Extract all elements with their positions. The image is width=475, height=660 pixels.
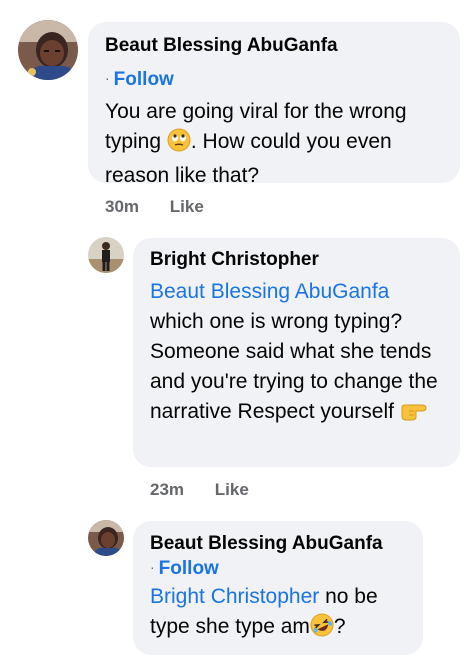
comment-bubble: Bright Christopher Beaut Blessing AbuGan…: [133, 238, 460, 467]
comment-text: You are going viral for the wrong typing…: [105, 97, 444, 191]
follow-line: · Follow: [150, 558, 407, 580]
comment-author[interactable]: Bright Christopher: [150, 248, 444, 272]
separator-dot: ·: [150, 559, 155, 575]
comment-bubble: Beaut Blessing AbuGanfa · Follow Bright C…: [133, 521, 423, 655]
comment-author[interactable]: Beaut Blessing AbuGanfa: [105, 34, 444, 58]
comment-meta: 23m Like: [150, 480, 249, 500]
follow-line: · Follow: [105, 69, 444, 91]
mention-link[interactable]: Bright Christopher: [150, 585, 319, 608]
follow-button[interactable]: Follow: [159, 558, 219, 579]
avatar[interactable]: [88, 520, 124, 556]
separator-dot: ·: [105, 70, 110, 86]
comment-text: Bright Christopher no be type she type a…: [150, 582, 407, 646]
like-button[interactable]: Like: [215, 480, 249, 500]
avatar[interactable]: [88, 237, 124, 273]
pointing-right-emoji-icon: [400, 398, 430, 431]
follow-button[interactable]: Follow: [114, 69, 174, 90]
comment-text: Beaut Blessing AbuGanfa which one is wro…: [150, 277, 444, 431]
comment-timestamp[interactable]: 30m: [105, 197, 139, 217]
profile-photo-icon: [88, 237, 124, 273]
comment-text-part: which one is wrong typing? Someone said …: [150, 310, 438, 423]
profile-photo-icon: [88, 520, 124, 556]
rolling-laughing-emoji-icon: [310, 613, 334, 646]
comment-author[interactable]: Beaut Blessing AbuGanfa: [150, 532, 407, 556]
like-button[interactable]: Like: [170, 197, 204, 217]
mention-link[interactable]: Beaut Blessing AbuGanfa: [150, 280, 389, 303]
profile-photo-icon: [18, 20, 78, 80]
avatar[interactable]: [18, 20, 78, 80]
comment-timestamp[interactable]: 23m: [150, 480, 184, 500]
comment-meta: 30m Like: [105, 197, 204, 217]
comment-bubble: Beaut Blessing AbuGanfa · Follow You are …: [88, 22, 460, 187]
comment-text-part: ?: [333, 615, 346, 638]
eye-roll-emoji-icon: [167, 128, 191, 161]
